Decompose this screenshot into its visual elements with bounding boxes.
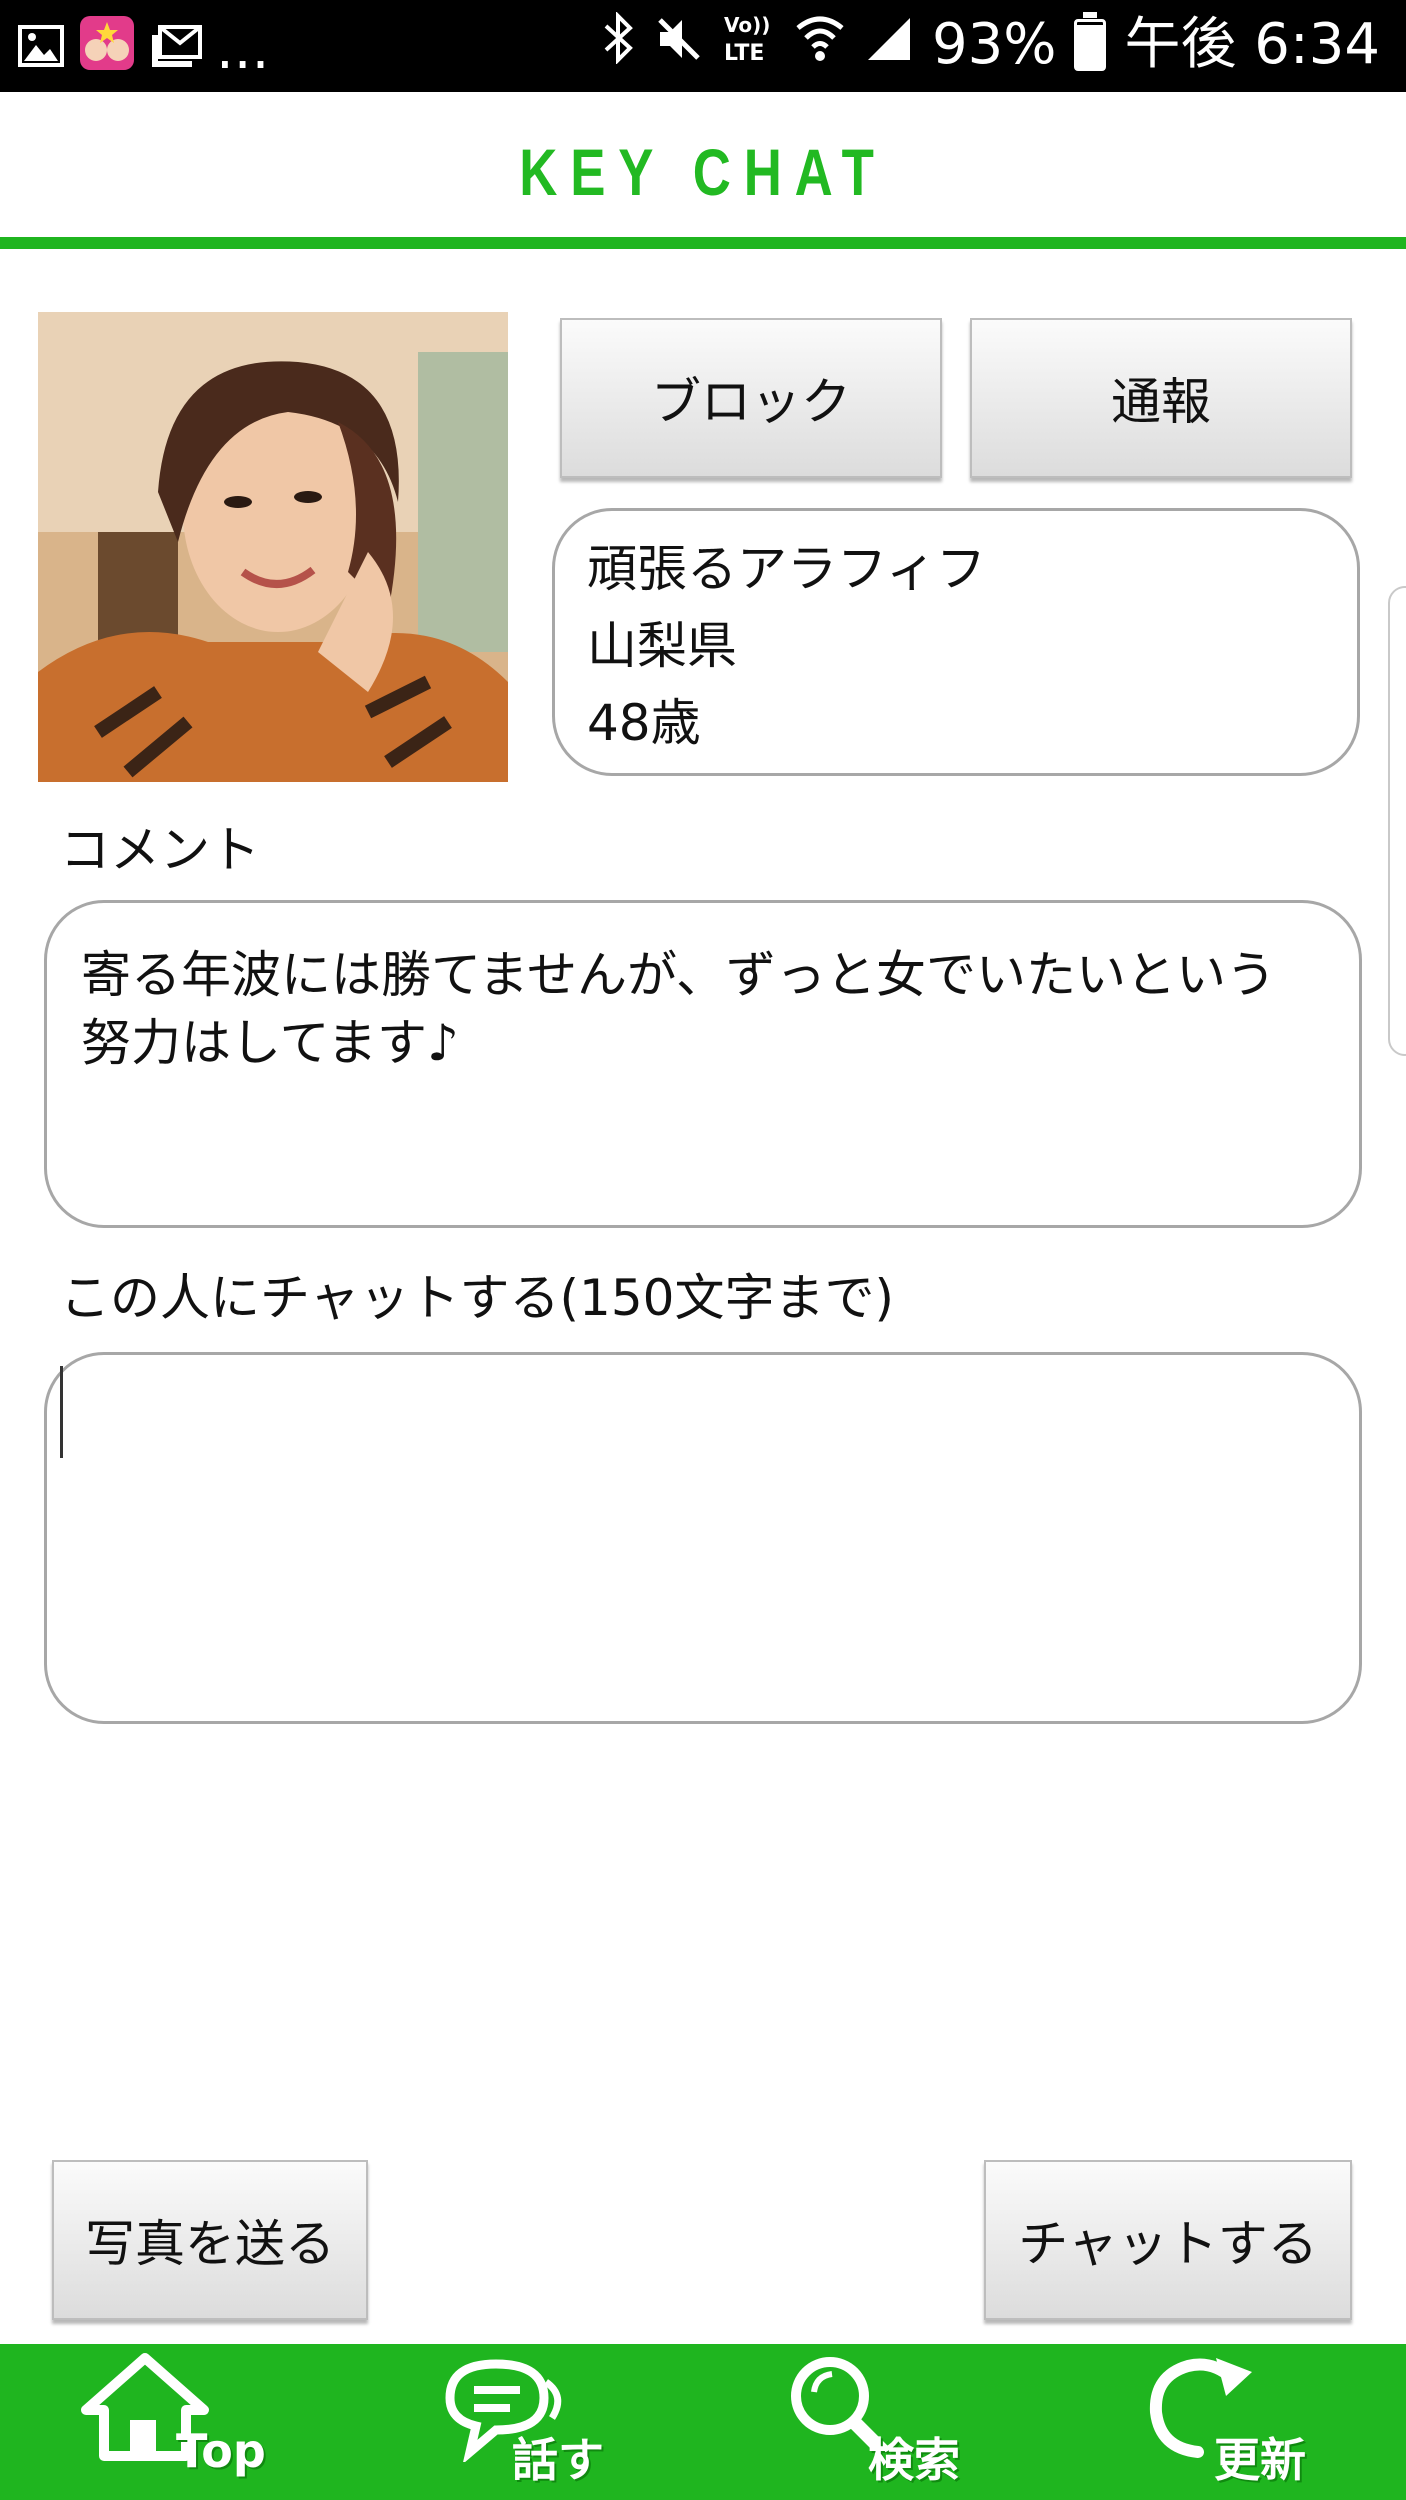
send-chat-button[interactable]: チャットする — [984, 2160, 1352, 2320]
volte-icon: Vo)) LTE — [722, 10, 776, 80]
mail-notification-icon — [150, 18, 202, 83]
signal-icon — [864, 13, 914, 78]
nav-search[interactable]: 検索 — [784, 2344, 1084, 2500]
profile-age: 48歳 — [587, 694, 701, 752]
profile-photo[interactable] — [38, 312, 508, 782]
chat-input-label: この人にチャットする(150文字まで) — [60, 1269, 894, 1327]
nav-refresh[interactable]: 更新 — [1140, 2344, 1406, 2500]
text-cursor — [60, 1366, 63, 1458]
app-header: KEY CHAT — [0, 92, 1406, 240]
nav-top-label: Top — [176, 2424, 266, 2478]
nav-refresh-label: 更新 — [1214, 2433, 1306, 2487]
comment-box: 寄る年波には勝てませんが、ずっと女でいたいという 努力はしてます♪ — [44, 900, 1362, 1228]
profile-location: 山梨県 — [587, 617, 737, 675]
battery-percent: 93% — [931, 12, 1057, 77]
report-button[interactable]: 通報 — [970, 318, 1352, 478]
comment-text-line-2: 努力はしてます♪ — [81, 1014, 459, 1072]
profile-info-box: 頑張るアラフィフ 山梨県 48歳 — [552, 508, 1360, 776]
bluetooth-icon — [602, 11, 636, 78]
nav-top[interactable]: Top — [80, 2344, 380, 2500]
lte-label: LTE — [724, 41, 764, 66]
status-bar: ... Vo)) LTE 93% 午後 6:34 — [0, 0, 1406, 92]
more-notifications-indicator: ... — [216, 17, 270, 82]
clock: 午後 6:34 — [1124, 12, 1380, 77]
comment-label: コメント — [60, 821, 260, 879]
chat-message-input[interactable] — [44, 1352, 1362, 1724]
nav-search-label: 検索 — [868, 2433, 960, 2487]
app-title: KEY CHAT — [519, 135, 887, 209]
profile-nickname: 頑張るアラフィフ — [587, 540, 986, 598]
send-photo-button[interactable]: 写真を送る — [52, 2160, 368, 2320]
header-divider — [0, 237, 1406, 249]
svg-text:Vo)): Vo)) — [724, 13, 770, 37]
mute-icon — [654, 13, 704, 78]
wifi-icon — [794, 12, 846, 78]
gallery-notification-icon — [18, 18, 64, 83]
comment-text-line-1: 寄る年波には勝てませんが、ずっと女でいたいという — [81, 946, 1276, 1004]
nav-talk[interactable]: 話す — [440, 2344, 740, 2500]
nav-talk-label: 話す — [512, 2433, 604, 2487]
bottom-navigation: Top 話す 検索 更新 — [0, 2344, 1406, 2500]
block-button[interactable]: ブロック — [560, 318, 942, 478]
battery-icon — [1074, 12, 1107, 71]
app-notification-icon — [78, 14, 136, 86]
scroll-indicator — [1388, 586, 1406, 1056]
